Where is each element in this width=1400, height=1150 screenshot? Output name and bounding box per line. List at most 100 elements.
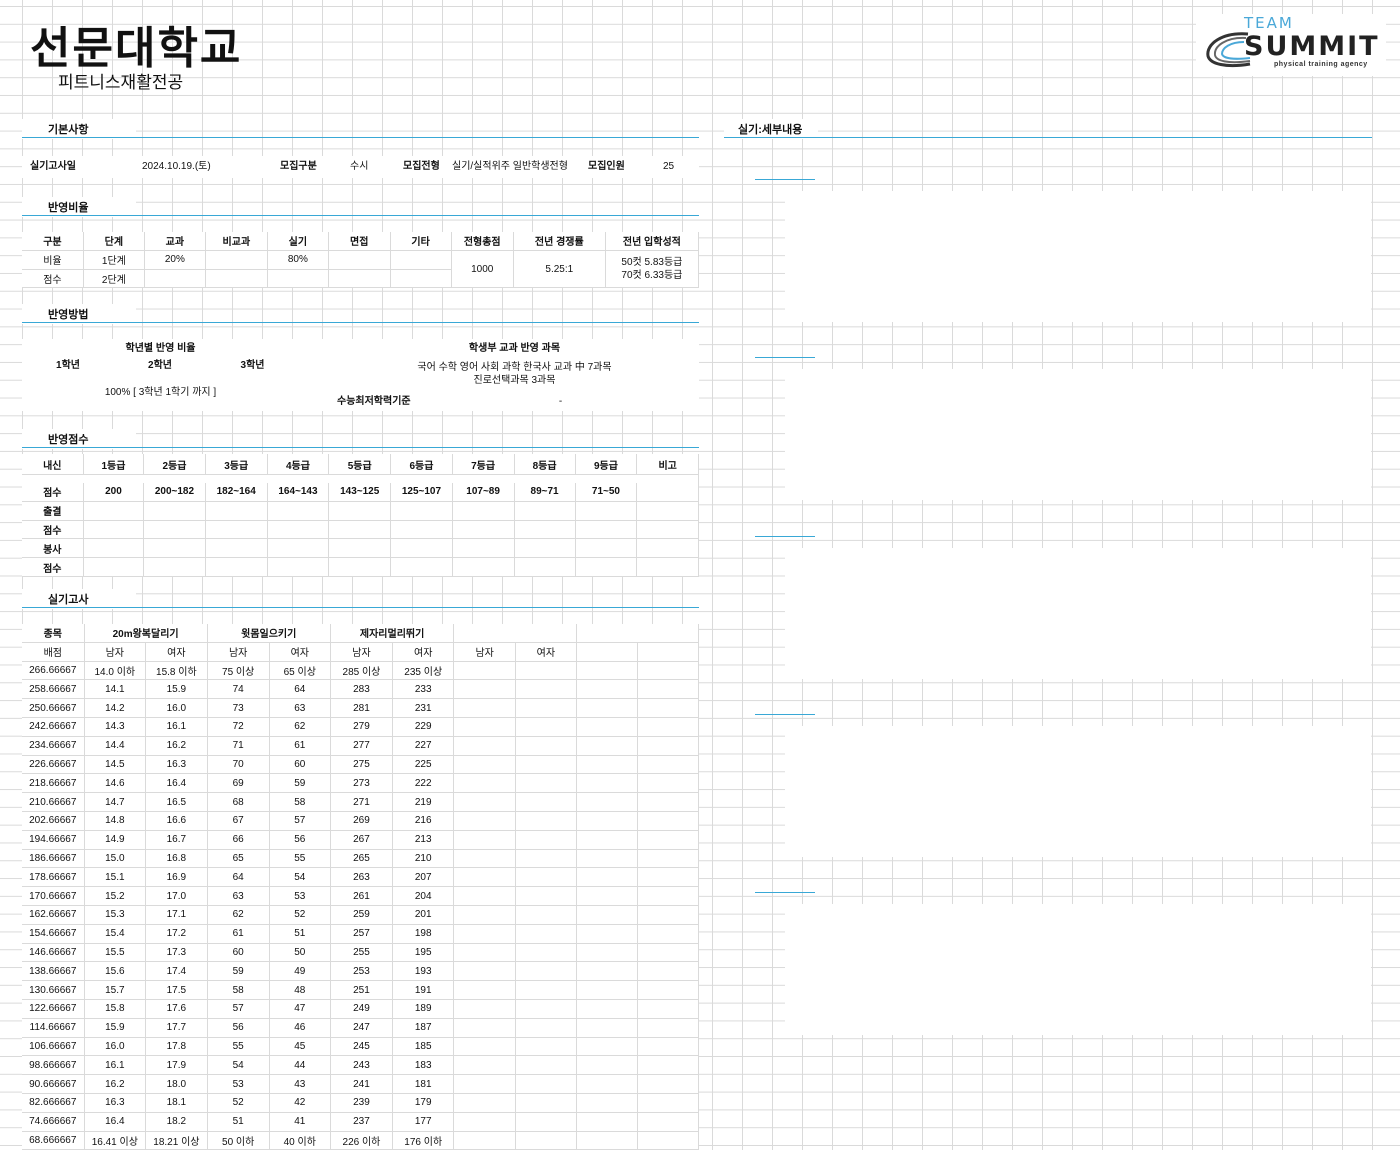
empty-cell (576, 1112, 638, 1132)
year-2: 2학년 (148, 360, 172, 371)
record-value: 15.1 (84, 867, 147, 888)
record-value: 187 (392, 1018, 455, 1038)
detail-tab-line (755, 714, 815, 715)
empty-cell (576, 1074, 638, 1094)
score-header: 4등급 (267, 454, 330, 475)
record-value: 16.5 (145, 792, 208, 812)
gender-label: 여자 (392, 642, 455, 662)
record-value: 67 (207, 811, 270, 831)
empty-cell (637, 943, 700, 963)
empty-cell (637, 867, 700, 888)
record-value: 277 (330, 736, 394, 756)
ratio-header: 면접 (328, 232, 391, 251)
score-value: 162.66667 (22, 905, 85, 925)
record-value: 16.3 (84, 1093, 147, 1113)
subjects-line: 진로선택과목 3과목 (473, 375, 556, 386)
record-value: 253 (330, 961, 394, 982)
extra-label: 점수 (22, 557, 84, 577)
page-title: 선문대학교 (30, 23, 243, 74)
ratio-header: 단계 (83, 232, 145, 251)
record-value: 51 (269, 924, 331, 944)
record-value: 15.5 (84, 943, 147, 963)
empty-cell (576, 679, 638, 700)
table-row: 146.66667 15.5 17.3 60 50 255 195 (22, 943, 700, 963)
record-value: 177 (392, 1112, 455, 1132)
ratio-cell (390, 250, 452, 270)
section-detail-line (724, 137, 1372, 138)
year-3: 3학년 (240, 360, 265, 371)
score-cell: 164~143 (267, 483, 330, 502)
record-value: 195 (392, 943, 455, 963)
score-value: 178.66667 (22, 867, 85, 888)
record-value: 231 (392, 698, 455, 718)
score-cell (636, 483, 699, 502)
grade-ratio-text: 100% [ 3학년 1학기 까지 ] (104, 387, 217, 398)
record-value: 16.41 이상 (84, 1131, 147, 1150)
record-value: 16.2 (84, 1074, 147, 1094)
record-value: 16.1 (145, 717, 208, 737)
empty-cell (515, 849, 577, 869)
empty-cell (453, 999, 517, 1019)
record-value: 16.1 (84, 1055, 147, 1076)
extra-label: 점수 (22, 520, 84, 540)
ratio-header: 전년 경쟁률 (513, 232, 606, 251)
record-value: 48 (269, 980, 331, 1000)
score-spacer-row (22, 474, 699, 483)
record-value: 222 (392, 773, 455, 794)
table-row: 250.66667 14.2 16.0 73 63 281 231 (22, 698, 700, 718)
record-value: 14.4 (84, 736, 147, 756)
record-value: 53 (269, 886, 331, 906)
record-value: 62 (207, 905, 270, 925)
record-value: 50 (269, 943, 331, 963)
record-value: 229 (392, 717, 455, 737)
quota-label: 모집인원 (588, 161, 625, 172)
empty-cell (453, 698, 517, 718)
record-value: 50 이하 (207, 1131, 270, 1150)
empty-cell (515, 1074, 577, 1094)
event-name: 제자리멀리뛰기 (330, 624, 455, 643)
empty-cell (637, 717, 700, 737)
record-value: 235 이상 (392, 661, 455, 681)
empty-cell (637, 755, 700, 775)
category-label: 모집구분 (280, 161, 317, 172)
empty-cell (453, 905, 517, 925)
empty-cell (637, 679, 700, 700)
empty-cell (453, 1055, 517, 1076)
record-value: 245 (330, 1037, 394, 1057)
ratio-cell: 1단계 (83, 250, 145, 270)
score-value: 258.66667 (22, 679, 85, 700)
record-value: 16.3 (145, 755, 208, 775)
record-value: 51 (207, 1112, 270, 1132)
gender-label: 남자 (207, 642, 270, 662)
section-score-line (22, 447, 699, 448)
empty-cell (576, 961, 638, 982)
empty-cell (576, 1055, 638, 1076)
score-value: 98.666667 (22, 1055, 85, 1076)
empty-cell (515, 961, 577, 982)
empty-cell (453, 661, 517, 681)
admission-line: 50컷 5.83등급 (621, 257, 683, 269)
record-value: 54 (269, 867, 331, 888)
empty-cell (453, 717, 517, 737)
record-value: 17.8 (145, 1037, 208, 1057)
ratio-cell (328, 250, 391, 270)
record-value: 15.2 (84, 886, 147, 906)
score-header: 3등급 (205, 454, 268, 475)
empty-cell (515, 830, 577, 850)
score-value: 90.666667 (22, 1074, 85, 1094)
record-value: 14.5 (84, 755, 147, 775)
empty-cell (576, 661, 638, 681)
empty-cell (576, 1131, 638, 1150)
section-score-label: 반영점수 (22, 429, 136, 449)
empty-cell (453, 1037, 517, 1057)
date-value: 2024.10.19.(토) (142, 161, 211, 172)
record-value: 15.3 (84, 905, 147, 925)
score-cell: 200~182 (143, 483, 206, 502)
record-value: 14.7 (84, 792, 147, 812)
empty-cell (453, 1112, 517, 1132)
detail-box (785, 191, 1371, 322)
empty-cell (576, 717, 638, 737)
record-value: 16.4 (84, 1112, 147, 1132)
empty-cell (453, 867, 517, 888)
record-value: 247 (330, 1018, 394, 1038)
